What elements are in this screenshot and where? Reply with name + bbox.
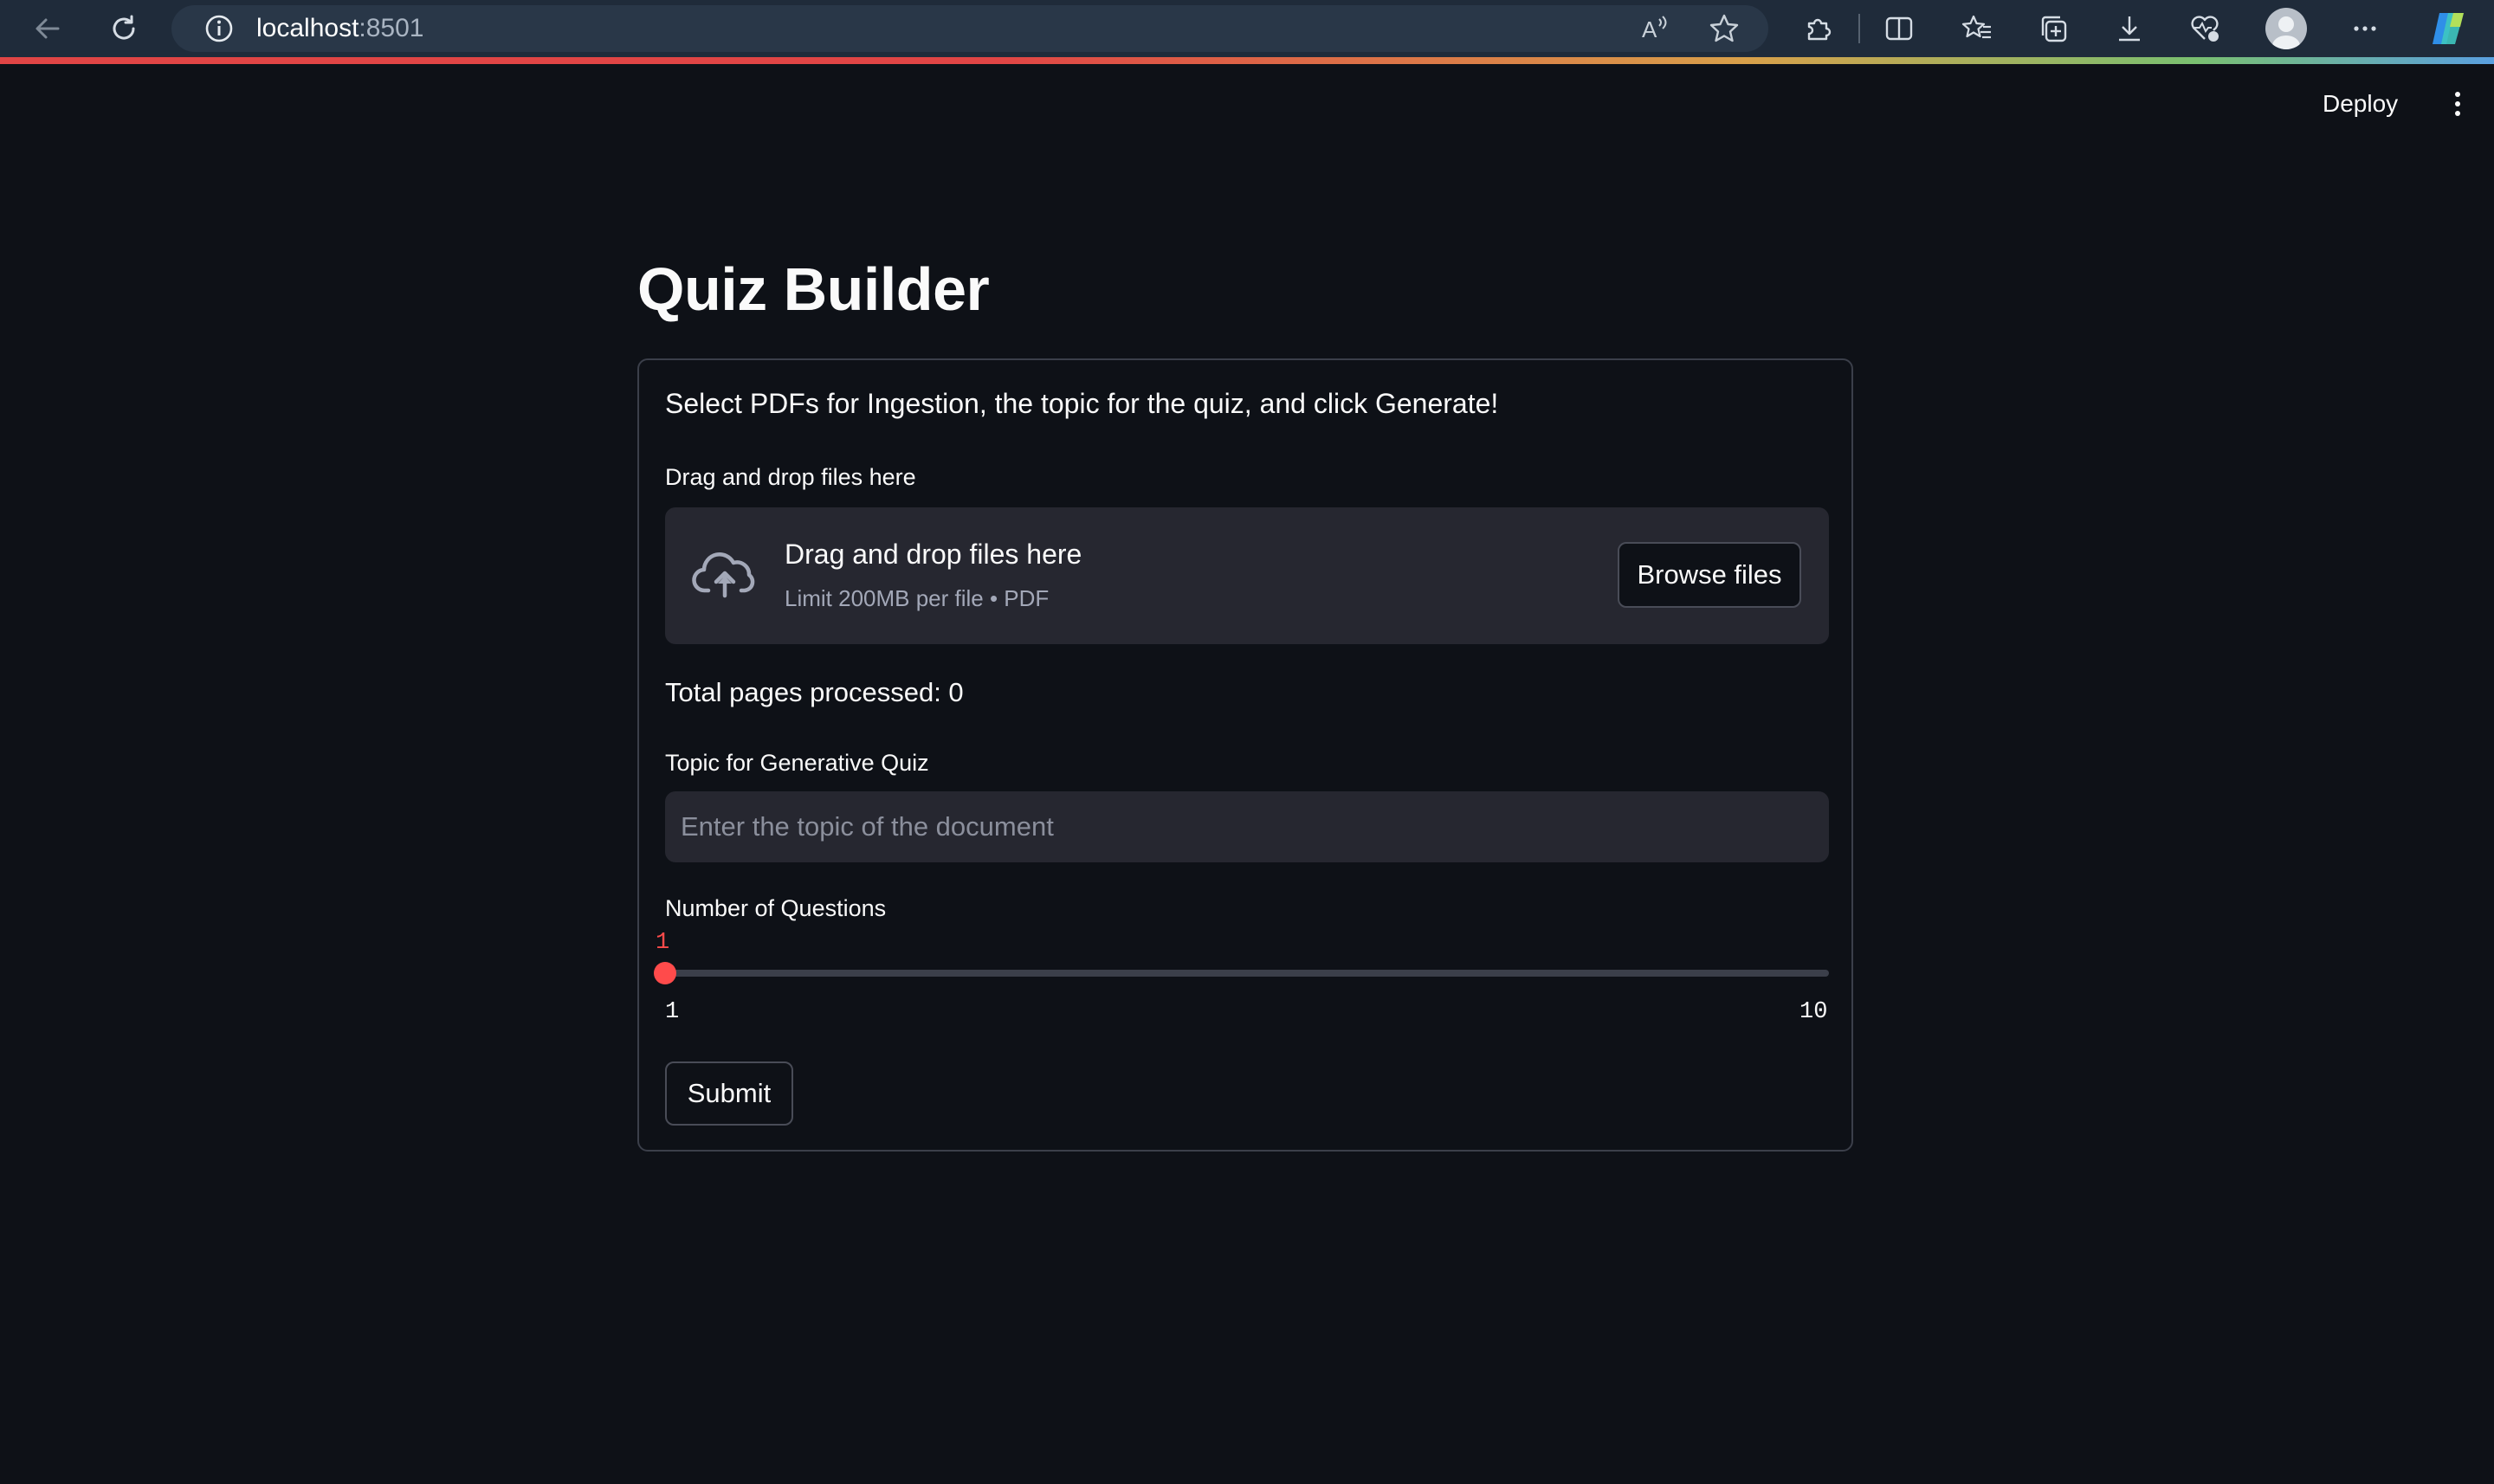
cloud-upload-icon — [691, 547, 759, 603]
profile-avatar[interactable] — [2265, 8, 2307, 49]
dropzone-title: Drag and drop files here — [785, 539, 1082, 570]
svg-text:A: A — [1642, 16, 1657, 42]
collections-icon[interactable] — [2037, 12, 2070, 45]
info-icon[interactable] — [203, 12, 236, 45]
extensions-icon[interactable] — [1801, 12, 1834, 45]
slider-max-label: 10 — [1799, 999, 1828, 1025]
favorite-star-icon[interactable] — [1708, 12, 1741, 45]
topic-input[interactable] — [665, 791, 1829, 862]
slider-min-label: 1 — [665, 999, 680, 1025]
kebab-menu-icon[interactable] — [2442, 88, 2473, 119]
address-bar[interactable]: localhost:8501 A — [171, 5, 1768, 52]
topic-label: Topic for Generative Quiz — [665, 750, 929, 776]
download-icon[interactable] — [2113, 12, 2146, 45]
intro-text: Select PDFs for Ingestion, the topic for… — [665, 388, 1499, 419]
pages-processed-text: Total pages processed: 0 — [665, 677, 964, 707]
refresh-icon[interactable] — [107, 12, 140, 45]
copilot-icon[interactable] — [2425, 12, 2473, 45]
split-screen-icon[interactable] — [1883, 12, 1916, 45]
browser-essentials-icon[interactable] — [2189, 12, 2222, 45]
dropzone-limit: Limit 200MB per file • PDF — [785, 585, 1050, 611]
browse-files-button[interactable]: Browse files — [1618, 542, 1801, 608]
read-aloud-icon[interactable]: A — [1638, 12, 1671, 45]
browser-toolbar: localhost:8501 A — [0, 0, 2494, 57]
back-icon[interactable] — [31, 12, 64, 45]
slider-thumb[interactable] — [654, 962, 676, 984]
url-text[interactable]: localhost:8501 — [256, 5, 423, 52]
page-title: Quiz Builder — [637, 255, 990, 323]
slider-current-value: 1 — [656, 930, 670, 956]
uploader-label: Drag and drop files here — [665, 464, 916, 490]
questions-slider[interactable] — [654, 962, 1829, 984]
more-icon[interactable] — [2349, 12, 2381, 45]
submit-button[interactable]: Submit — [665, 1061, 793, 1126]
favorites-icon[interactable] — [1961, 12, 1993, 45]
file-dropzone[interactable]: Drag and drop files here Limit 200MB per… — [665, 507, 1829, 644]
toolbar-separator — [1858, 14, 1860, 43]
questions-label: Number of Questions — [665, 895, 887, 921]
app-running-indicator — [0, 57, 2494, 64]
deploy-button[interactable]: Deploy — [2323, 87, 2398, 121]
